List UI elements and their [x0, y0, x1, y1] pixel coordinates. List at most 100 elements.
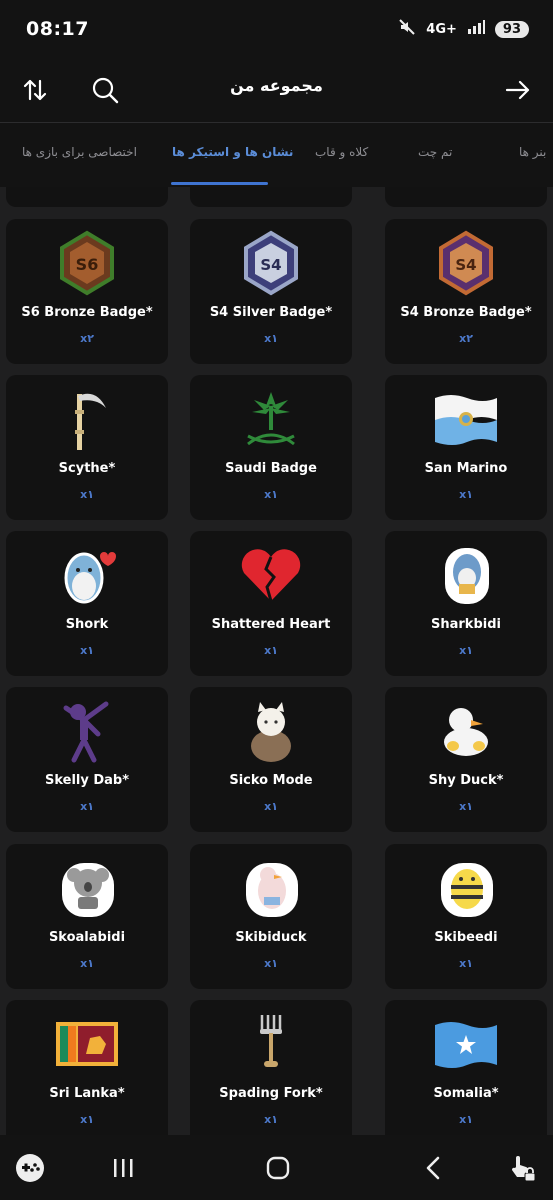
shark-sticker-icon	[53, 541, 121, 609]
battery-level: 93	[494, 20, 529, 38]
tab-game-exclusive[interactable]: اختصاصی برای بازی ها	[22, 145, 137, 159]
somalia-flag-icon	[432, 1010, 500, 1078]
item-name: Somalia*	[433, 1086, 499, 1101]
collection-item[interactable]: Skibeedi x۱	[385, 844, 547, 989]
collection-item[interactable]: S4 S4 Silver Badge* x۱	[190, 219, 352, 364]
item-count: x۱	[459, 957, 473, 970]
chevron-left-icon	[426, 1156, 440, 1180]
item-count: x۱	[80, 488, 94, 501]
item-name: Sicko Mode	[229, 773, 313, 788]
page-title: مجموعه من	[230, 76, 323, 95]
collection-item[interactable]: Shork x۱	[6, 531, 168, 676]
back-button[interactable]	[500, 72, 536, 108]
sri-lanka-flag-icon	[53, 1010, 121, 1078]
item-name: Shy Duck*	[428, 773, 504, 788]
koala-sticker-icon	[53, 854, 121, 922]
item-name: S4 Bronze Badge*	[400, 305, 532, 320]
broken-heart-icon	[237, 541, 305, 609]
item-count: x۱	[80, 800, 94, 813]
system-nav-bar	[0, 1135, 553, 1200]
back-nav-button[interactable]	[416, 1153, 450, 1183]
pitchfork-icon	[237, 1010, 305, 1078]
item-name: Saudi Badge	[225, 461, 317, 476]
collection-item-partial[interactable]	[190, 187, 352, 207]
item-name: Spading Fork*	[219, 1086, 323, 1101]
item-name: Skelly Dab*	[44, 773, 130, 788]
item-count: x۱	[459, 800, 473, 813]
arrow-right-icon	[505, 80, 530, 100]
item-count: x۱	[264, 1113, 278, 1126]
s4-silver-badge-icon: S4	[237, 229, 305, 297]
svg-text:S4: S4	[455, 256, 476, 274]
touch-lock-button[interactable]	[505, 1153, 539, 1183]
saudi-emblem-icon	[237, 385, 305, 453]
item-count: x۱	[459, 644, 473, 657]
collection-item[interactable]: Somalia* x۱	[385, 1000, 547, 1135]
item-name: Skibeedi	[434, 930, 498, 945]
item-name: San Marino	[424, 461, 508, 476]
collection-item[interactable]: Sri Lanka* x۱	[6, 1000, 168, 1135]
collection-item[interactable]: S6 S6 Bronze Badge* x۲	[6, 219, 168, 364]
status-time: 08:17	[26, 18, 89, 40]
scythe-icon	[53, 385, 121, 453]
item-count: x۱	[459, 488, 473, 501]
item-count: x۱	[80, 644, 94, 657]
s6-bronze-badge-icon: S6	[53, 229, 121, 297]
tab-badges-stickers[interactable]: نشان ها و استیکر ها	[172, 145, 293, 159]
item-count: x۱	[80, 957, 94, 970]
duck-sticker-icon	[432, 697, 500, 765]
item-name: Scythe*	[58, 461, 116, 476]
sharkbidi-sticker-icon	[432, 541, 500, 609]
item-count: x۱	[264, 957, 278, 970]
item-count: x۲	[80, 332, 94, 345]
collection-item-partial[interactable]	[385, 187, 547, 207]
network-label: 4G+	[426, 21, 457, 37]
recent-apps-button[interactable]	[106, 1153, 140, 1183]
item-name: Skibiduck	[235, 930, 307, 945]
item-count: x۱	[459, 1113, 473, 1126]
item-name: Skoalabidi	[48, 930, 126, 945]
bee-sticker-icon	[432, 854, 500, 922]
recent-apps-icon	[114, 1159, 133, 1177]
collection-item[interactable]: Shattered Heart x۱	[190, 531, 352, 676]
item-name: Shattered Heart	[211, 617, 331, 632]
tab-chat-theme[interactable]: تم چت	[418, 145, 452, 159]
skeleton-dab-icon	[53, 697, 121, 765]
signal-icon	[467, 20, 485, 38]
tab-banners[interactable]: بنر ها	[519, 145, 546, 159]
collection-item[interactable]: San Marino x۱	[385, 375, 547, 520]
category-tabs: بنر ها تم چت کلاه و قاب نشان ها و استیکر…	[0, 123, 553, 187]
tab-hats-frames[interactable]: کلاه و قاب	[315, 145, 368, 159]
collection-item[interactable]: Skibiduck x۱	[190, 844, 352, 989]
san-marino-flag-icon	[432, 385, 500, 453]
collection-item[interactable]: Scythe* x۱	[6, 375, 168, 520]
collection-item[interactable]: Shy Duck* x۱	[385, 687, 547, 832]
status-bar: 08:17 4G+ 93	[0, 0, 553, 58]
collection-item[interactable]: Saudi Badge x۱	[190, 375, 352, 520]
item-name: S4 Silver Badge*	[209, 305, 333, 320]
svg-text:S4: S4	[260, 256, 281, 274]
status-icons: 4G+ 93	[398, 18, 529, 40]
home-button[interactable]	[261, 1153, 295, 1183]
collection-item[interactable]: S4 S4 Bronze Badge* x۲	[385, 219, 547, 364]
active-tab-indicator	[171, 182, 268, 185]
collection-item[interactable]: Sharkbidi x۱	[385, 531, 547, 676]
collection-item[interactable]: Skoalabidi x۱	[6, 844, 168, 989]
collection-grid: S6 S6 Bronze Badge* x۲ S4 S4 Silver Badg…	[0, 187, 553, 1135]
collection-item[interactable]: Sicko Mode x۱	[190, 687, 352, 832]
mute-icon	[398, 18, 416, 40]
touch-lock-icon	[511, 1156, 536, 1182]
app-bar: مجموعه من	[0, 58, 553, 123]
item-count: x۲	[459, 332, 473, 345]
game-controller-icon	[16, 1154, 44, 1182]
s4-bronze-badge-icon: S4	[432, 229, 500, 297]
collection-item[interactable]: Spading Fork* x۱	[190, 1000, 352, 1135]
skibiduck-sticker-icon	[237, 854, 305, 922]
collection-item-partial[interactable]	[6, 187, 168, 207]
item-count: x۱	[264, 800, 278, 813]
collection-item[interactable]: Skelly Dab* x۱	[6, 687, 168, 832]
game-controller-button[interactable]	[13, 1153, 47, 1183]
item-count: x۱	[264, 644, 278, 657]
item-name: Shork	[65, 617, 109, 632]
home-icon	[266, 1156, 290, 1180]
